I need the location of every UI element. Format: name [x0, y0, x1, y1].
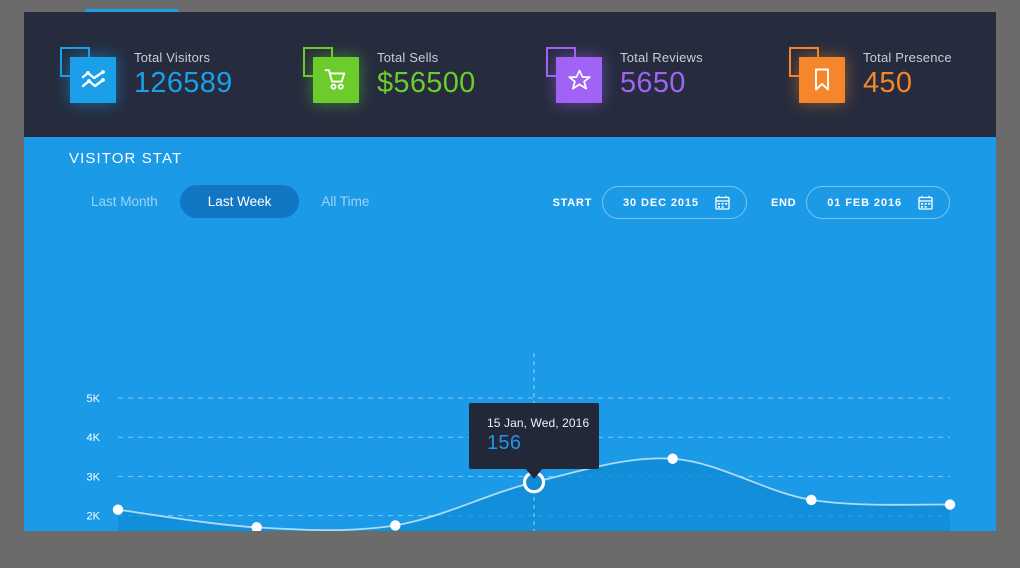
stat-icon-wrap-sells: [303, 46, 361, 103]
stat-text-sells: Total Sells $56500: [377, 51, 476, 98]
tooltip-date: 15 Jan, Wed, 2016: [487, 416, 590, 430]
stat-value: 450: [863, 67, 913, 99]
svg-text:2K: 2K: [87, 511, 101, 523]
svg-text:5K: 5K: [87, 393, 101, 405]
stat-card-total-presence[interactable]: Total Presence 450: [753, 46, 996, 103]
stat-card-total-reviews[interactable]: Total Reviews 5650: [510, 46, 753, 103]
visitor-chart[interactable]: 01K2K3K4K5KSUNMONTUEWEDTHUFRISAT: [24, 137, 996, 531]
stat-icon-wrap-visitors: [60, 46, 118, 103]
stat-icon-wrap-reviews: [546, 46, 604, 103]
stat-card-total-visitors[interactable]: Total Visitors 126589: [24, 46, 267, 103]
tooltip-value: 156: [487, 432, 522, 454]
dashboard-card: Total Visitors 126589 Total Sells $56500: [24, 12, 996, 531]
stat-icon-wrap-presence: [789, 46, 847, 103]
stat-value: 126589: [134, 67, 233, 99]
stat-label: Total Visitors: [134, 50, 211, 65]
line-chart-icon: [70, 56, 116, 103]
stat-label: Total Sells: [377, 50, 439, 65]
stat-label: Total Reviews: [620, 50, 703, 65]
svg-text:3K: 3K: [87, 471, 101, 483]
visitor-stat-panel: VISITOR STAT Last Month Last Week All Ti…: [24, 137, 996, 531]
stat-label: Total Presence: [863, 50, 952, 65]
tooltip-arrow: [525, 468, 543, 479]
stat-text-visitors: Total Visitors 126589: [134, 51, 233, 98]
stat-value: 5650: [620, 67, 686, 99]
stat-text-reviews: Total Reviews 5650: [620, 51, 703, 98]
star-icon: [556, 56, 602, 103]
stats-strip: Total Visitors 126589 Total Sells $56500: [24, 12, 996, 137]
svg-text:4K: 4K: [87, 432, 101, 444]
stat-text-presence: Total Presence 450: [863, 51, 952, 98]
stat-value: $56500: [377, 67, 476, 99]
stat-card-total-sells[interactable]: Total Sells $56500: [267, 46, 510, 103]
shopping-cart-icon: [313, 56, 359, 103]
chart-tooltip: 15 Jan, Wed, 2016 156: [469, 403, 599, 479]
bookmark-icon: [799, 56, 845, 103]
